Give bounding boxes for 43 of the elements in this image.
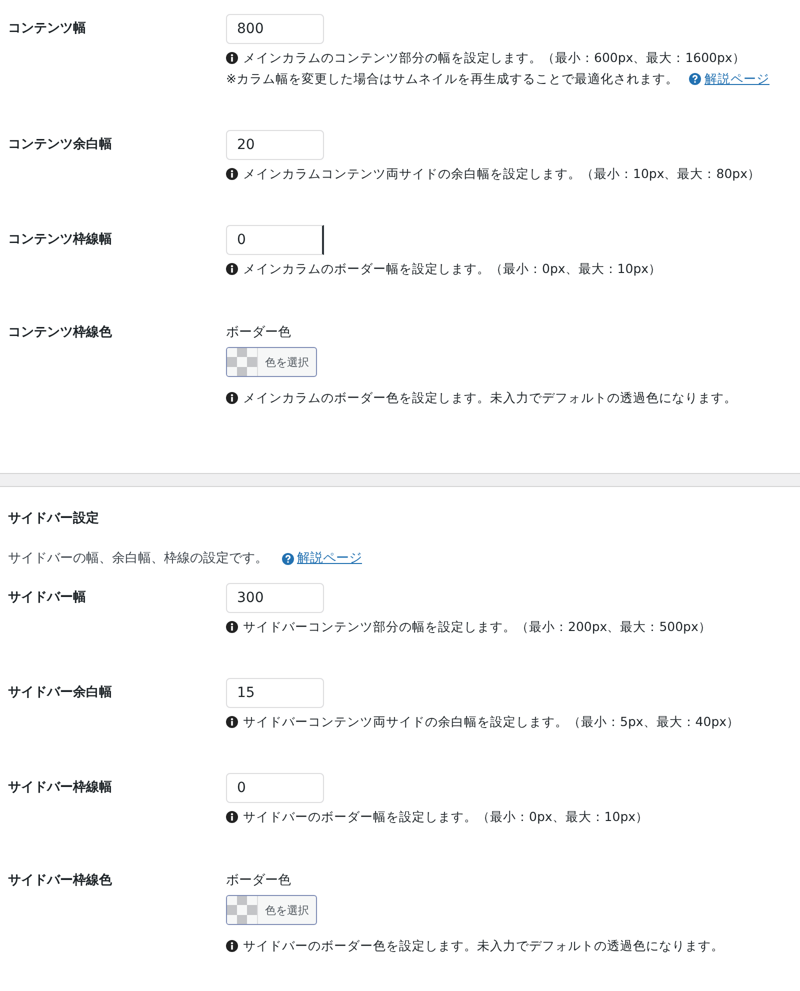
input-field[interactable]: 0 — [226, 225, 324, 255]
help-text: メインカラムのボーダー幅を設定します。（最小：0px、最大：10px） — [243, 260, 662, 278]
help-icon — [282, 553, 294, 565]
input-field[interactable]: 300 — [226, 583, 324, 613]
info-icon — [226, 262, 238, 274]
input-field[interactable]: 15 — [226, 678, 324, 708]
field-label: サイドバー幅 — [8, 589, 87, 607]
field-label: コンテンツ枠線色 — [8, 324, 113, 342]
color-caption: ボーダー色 — [226, 324, 292, 342]
help-text: サイドバーコンテンツ両サイドの余白幅を設定します。（最小：5px、最大：40px） — [243, 713, 740, 731]
help-text: サイドバーのボーダー色を設定します。未入力でデフォルトの透過色になります。 — [243, 937, 724, 955]
field-label: サイドバー枠線幅 — [8, 779, 113, 797]
help-text: サイドバーコンテンツ部分の幅を設定します。（最小：200px、最大：500px） — [243, 618, 712, 636]
field-label: コンテンツ幅 — [8, 20, 87, 38]
input-field[interactable]: 800 — [226, 14, 324, 44]
info-icon — [226, 168, 238, 180]
field-label: コンテンツ余白幅 — [8, 136, 113, 154]
section-heading: サイドバー設定 — [8, 510, 100, 528]
color-picker-button[interactable]: 色を選択 — [226, 895, 317, 925]
field-label: サイドバー枠線色 — [8, 872, 113, 890]
info-icon — [226, 940, 238, 952]
help-page-link[interactable]: 解説ページ — [689, 68, 770, 89]
field-label: サイドバー余白幅 — [8, 684, 113, 702]
transparent-swatch-icon — [227, 896, 258, 924]
info-icon — [226, 392, 238, 404]
help-text: メインカラムコンテンツ両サイドの余白幅を設定します。（最小：10px、最大：80px） — [243, 165, 760, 183]
color-picker-button[interactable]: 色を選択 — [226, 347, 317, 377]
section-description: サイドバーの幅、余白幅、枠線の設定です。 — [8, 550, 268, 568]
help-text: メインカラムのボーダー色を設定します。未入力でデフォルトの透過色になります。 — [243, 389, 737, 407]
info-icon — [226, 620, 238, 632]
input-field[interactable]: 20 — [226, 130, 324, 160]
help-text: ※カラム幅を変更した場合はサムネイルを再生成することで最適化されます。 — [226, 70, 678, 88]
help-page-link[interactable]: 解説ページ — [282, 549, 362, 569]
field-label: コンテンツ枠線幅 — [8, 231, 113, 249]
help-icon — [689, 72, 702, 84]
color-caption: ボーダー色 — [226, 872, 292, 890]
info-icon — [226, 52, 238, 64]
info-icon — [226, 810, 238, 822]
info-icon — [226, 716, 238, 728]
help-text: メインカラムのコンテンツ部分の幅を設定します。（最小：600px、最大：1600px） — [243, 49, 746, 67]
input-field[interactable]: 0 — [226, 773, 324, 803]
transparent-swatch-icon — [227, 348, 258, 376]
help-text: サイドバーのボーダー幅を設定します。（最小：0px、最大：10px） — [243, 808, 649, 826]
